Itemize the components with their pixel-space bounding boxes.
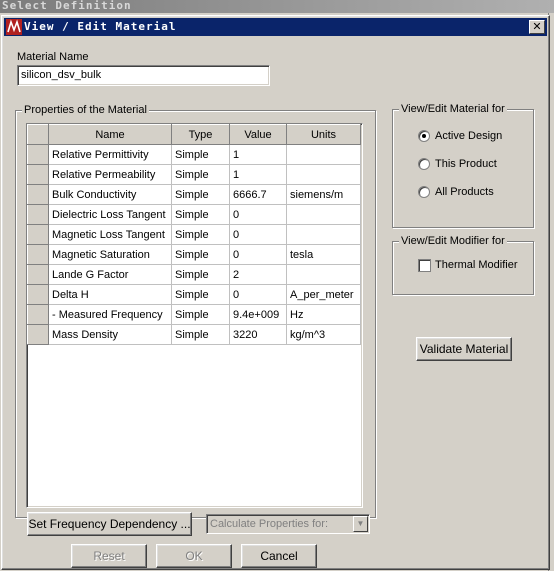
cell-type[interactable]: Simple [171, 204, 230, 225]
row-header[interactable] [27, 324, 49, 345]
cell-value[interactable]: 2 [229, 264, 287, 285]
row-header[interactable] [27, 264, 49, 285]
table-row[interactable]: Lande G Factor Simple 2 [27, 264, 361, 285]
table-row[interactable]: Dielectric Loss Tangent Simple 0 [27, 204, 361, 225]
cancel-button[interactable]: Cancel [241, 544, 317, 568]
column-header-units[interactable]: Units [286, 124, 361, 145]
all-products-radio[interactable] [418, 186, 430, 198]
cell-type[interactable]: Simple [171, 304, 230, 325]
column-header-name[interactable]: Name [48, 124, 172, 145]
this-product-label[interactable]: This Product [435, 158, 497, 170]
row-header[interactable] [27, 164, 49, 185]
cell-units[interactable] [286, 204, 361, 225]
table-row[interactable]: Relative Permeability Simple 1 [27, 164, 361, 185]
all-products-label[interactable]: All Products [435, 186, 494, 198]
cell-value[interactable]: 1 [229, 144, 287, 165]
cell-name[interactable]: Mass Density [48, 324, 172, 345]
radio-selected-dot [422, 134, 426, 138]
cell-units[interactable] [286, 144, 361, 165]
dialog-title: View / Edit Material [24, 20, 177, 33]
thermal-modifier-checkbox[interactable] [418, 259, 431, 272]
cell-type[interactable]: Simple [171, 184, 230, 205]
table-row[interactable]: Magnetic Loss Tangent Simple 0 [27, 224, 361, 245]
thermal-modifier-label[interactable]: Thermal Modifier [435, 259, 518, 271]
cell-units[interactable] [286, 164, 361, 185]
cell-type[interactable]: Simple [171, 224, 230, 245]
row-header[interactable] [27, 204, 49, 225]
cell-value[interactable]: 0 [229, 224, 287, 245]
column-header-type[interactable]: Type [171, 124, 230, 145]
cell-name[interactable]: Relative Permeability [48, 164, 172, 185]
properties-group-label: Properties of the Material [22, 104, 149, 116]
background-window-title: Select Definition [0, 0, 554, 13]
cell-type[interactable]: Simple [171, 324, 230, 345]
cell-name[interactable]: Magnetic Loss Tangent [48, 224, 172, 245]
view-edit-material-group-label: View/Edit Material for [399, 103, 507, 115]
table-row[interactable]: Relative Permittivity Simple 1 [27, 144, 361, 165]
cell-type[interactable]: Simple [171, 284, 230, 305]
row-header-corner [27, 124, 49, 145]
row-header[interactable] [27, 284, 49, 305]
cell-value[interactable]: 0 [229, 204, 287, 225]
validate-material-button[interactable]: Validate Material [416, 337, 512, 361]
cell-value[interactable]: 0 [229, 244, 287, 265]
cell-value[interactable]: 0 [229, 284, 287, 305]
cell-units[interactable]: tesla [286, 244, 361, 265]
cell-value[interactable]: 9.4e+009 [229, 304, 287, 325]
active-design-label[interactable]: Active Design [435, 130, 502, 142]
properties-table[interactable]: Name Type Value Units Relative Permittiv… [26, 123, 363, 508]
cell-value[interactable]: 6666.7 [229, 184, 287, 205]
table-row[interactable]: Bulk Conductivity Simple 6666.7 siemens/m [27, 184, 361, 205]
cell-type[interactable]: Simple [171, 144, 230, 165]
cell-units[interactable]: A_per_meter [286, 284, 361, 305]
close-icon: ✕ [532, 20, 542, 33]
cell-units[interactable] [286, 224, 361, 245]
set-frequency-dependency-button[interactable]: Set Frequency Dependency ... [27, 512, 192, 536]
cell-value[interactable]: 1 [229, 164, 287, 185]
view-edit-material-dialog: View / Edit Material ✕ Material Name sil… [1, 15, 550, 570]
table-row[interactable]: - Measured Frequency Simple 9.4e+009 Hz [27, 304, 361, 325]
cell-name[interactable]: Delta H [48, 284, 172, 305]
cell-name[interactable]: Bulk Conductivity [48, 184, 172, 205]
cell-value[interactable]: 3220 [229, 324, 287, 345]
cell-type[interactable]: Simple [171, 244, 230, 265]
cell-name[interactable]: Relative Permittivity [48, 144, 172, 165]
calculate-properties-select[interactable]: Calculate Properties for: ▼ [206, 514, 370, 534]
material-name-label: Material Name [17, 51, 89, 63]
table-row[interactable]: Mass Density Simple 3220 kg/m^3 [27, 324, 361, 345]
reset-button[interactable]: Reset [71, 544, 147, 568]
column-header-value[interactable]: Value [229, 124, 287, 145]
cell-units[interactable]: kg/m^3 [286, 324, 361, 345]
cell-name[interactable]: Dielectric Loss Tangent [48, 204, 172, 225]
cell-name[interactable]: Lande G Factor [48, 264, 172, 285]
cell-type[interactable]: Simple [171, 264, 230, 285]
cell-type[interactable]: Simple [171, 164, 230, 185]
table-row[interactable]: Delta H Simple 0 A_per_meter [27, 284, 361, 305]
cell-units[interactable] [286, 264, 361, 285]
cell-units[interactable]: siemens/m [286, 184, 361, 205]
this-product-radio[interactable] [418, 158, 430, 170]
calculate-properties-text: Calculate Properties for: [210, 518, 328, 530]
row-header[interactable] [27, 244, 49, 265]
ok-button[interactable]: OK [156, 544, 232, 568]
cell-name[interactable]: Magnetic Saturation [48, 244, 172, 265]
row-header[interactable] [27, 224, 49, 245]
dialog-titlebar[interactable]: View / Edit Material ✕ [4, 18, 547, 36]
cell-name[interactable]: - Measured Frequency [48, 304, 172, 325]
table-header-row: Name Type Value Units [27, 124, 361, 145]
modifier-group-label: View/Edit Modifier for [399, 235, 507, 247]
app-logo-icon [6, 19, 22, 35]
material-name-input[interactable]: silicon_dsv_bulk [17, 65, 270, 86]
table-row[interactable]: Magnetic Saturation Simple 0 tesla [27, 244, 361, 265]
row-header[interactable] [27, 304, 49, 325]
active-design-radio[interactable] [418, 130, 430, 142]
close-button[interactable]: ✕ [529, 20, 545, 34]
chevron-down-icon[interactable]: ▼ [353, 516, 368, 532]
row-header[interactable] [27, 144, 49, 165]
row-header[interactable] [27, 184, 49, 205]
cell-units[interactable]: Hz [286, 304, 361, 325]
